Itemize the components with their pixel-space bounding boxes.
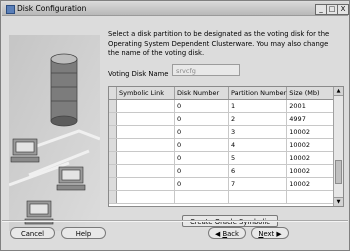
symbolic-link-cell[interactable] <box>116 125 175 139</box>
disk-number-cell[interactable]: 0 <box>174 112 229 126</box>
row-header-corner <box>109 87 117 100</box>
partition-table[interactable]: Symbolic Link Disk Number Partition Numb… <box>108 86 344 207</box>
disk-number-cell[interactable]: 0 <box>174 164 229 178</box>
cancel-button[interactable]: Cancel <box>10 227 55 239</box>
symbolic-link-cell[interactable] <box>116 190 175 204</box>
instructions-text: Select a disk partition to be designated… <box>108 30 330 57</box>
table-row[interactable]: 0 1 2001 <box>109 99 335 113</box>
row-header[interactable] <box>109 151 117 165</box>
symbolic-link-cell[interactable] <box>116 138 175 152</box>
next-button[interactable]: Next ▶ <box>251 227 289 239</box>
row-header[interactable] <box>109 177 117 191</box>
column-header-size[interactable]: Size (Mb) <box>286 87 335 100</box>
app-icon <box>6 5 15 14</box>
next-arrow-icon: ▶ <box>276 230 282 238</box>
next-label: ext <box>263 230 275 238</box>
partition-number-cell[interactable]: 4 <box>228 138 288 152</box>
row-header[interactable] <box>109 190 117 204</box>
partition-number-cell[interactable]: 3 <box>228 125 288 139</box>
symbolic-link-cell[interactable] <box>116 177 175 191</box>
symbolic-link-cell[interactable] <box>116 151 175 165</box>
table-row[interactable]: 0 5 10002 <box>109 151 335 165</box>
partition-number-cell[interactable]: 1 <box>228 99 288 113</box>
scroll-up-arrow-icon[interactable]: ▲ <box>334 87 343 96</box>
table-row[interactable]: 0 3 10002 <box>109 125 335 139</box>
scroll-down-arrow-icon[interactable]: ▼ <box>334 197 343 206</box>
symbolic-link-cell[interactable] <box>116 99 175 113</box>
column-header-partition-number[interactable]: Partition Number <box>228 87 288 100</box>
size-cell[interactable]: 10002 <box>286 138 335 152</box>
table-row[interactable]: 0 7 10002 <box>109 177 335 191</box>
size-cell[interactable]: 10002 <box>286 125 335 139</box>
footer-separator <box>2 220 348 222</box>
symbolic-link-cell[interactable] <box>116 164 175 178</box>
size-cell[interactable]: 10002 <box>286 177 335 191</box>
size-cell[interactable]: 10002 <box>286 164 335 178</box>
voting-disk-name-field[interactable]: srvcfg <box>172 64 240 76</box>
close-button[interactable]: X <box>337 4 349 15</box>
size-cell[interactable] <box>286 190 335 204</box>
back-button[interactable]: ◀ Back <box>208 227 246 239</box>
row-header[interactable] <box>109 125 117 139</box>
disk-number-cell[interactable]: 0 <box>174 99 229 113</box>
partition-number-cell[interactable]: 5 <box>228 151 288 165</box>
voting-disk-label: Voting Disk Name <box>108 70 169 78</box>
table-vertical-scrollbar[interactable]: ▲ ▼ <box>333 87 343 206</box>
table-row[interactable] <box>109 190 335 204</box>
column-header-symbolic-link[interactable]: Symbolic Link <box>116 87 175 100</box>
disk-number-cell[interactable] <box>174 190 229 204</box>
column-header-disk-number[interactable]: Disk Number <box>174 87 229 100</box>
disk-number-cell[interactable]: 0 <box>174 138 229 152</box>
row-header[interactable] <box>109 99 117 113</box>
back-arrow-icon: ◀ <box>215 230 221 238</box>
partition-number-cell[interactable]: 6 <box>228 164 288 178</box>
table-header-row: Symbolic Link Disk Number Partition Numb… <box>109 87 335 100</box>
symbolic-link-cell[interactable] <box>116 112 175 126</box>
size-cell[interactable]: 10002 <box>286 151 335 165</box>
disk-stack-icon <box>50 53 78 127</box>
title-bar[interactable]: Disk Configuration _ □ X <box>2 2 349 16</box>
partition-number-cell[interactable]: 7 <box>228 177 288 191</box>
table-row[interactable]: 0 2 4997 <box>109 112 335 126</box>
computer-icon <box>56 166 86 191</box>
disk-configuration-window: Disk Configuration _ □ X Select a disk p… <box>0 0 350 251</box>
computer-icon <box>10 138 40 163</box>
size-cell[interactable]: 4997 <box>286 112 335 126</box>
size-cell[interactable]: 2001 <box>286 99 335 113</box>
row-header[interactable] <box>109 138 117 152</box>
table-row[interactable]: 0 4 10002 <box>109 138 335 152</box>
row-header[interactable] <box>109 112 117 126</box>
dialog-body: Select a disk partition to be designated… <box>2 16 348 250</box>
table-row[interactable]: 0 6 10002 <box>109 164 335 178</box>
partition-number-cell[interactable]: 2 <box>228 112 288 126</box>
scroll-thumb[interactable] <box>335 160 342 184</box>
window-title: Disk Configuration <box>17 4 87 13</box>
disk-number-cell[interactable]: 0 <box>174 125 229 139</box>
cluster-illustration <box>9 35 100 231</box>
back-label: ack <box>227 230 239 238</box>
partition-number-cell[interactable] <box>228 190 288 204</box>
row-header[interactable] <box>109 164 117 178</box>
help-button[interactable]: Help <box>61 227 106 239</box>
disk-number-cell[interactable]: 0 <box>174 177 229 191</box>
disk-number-cell[interactable]: 0 <box>174 151 229 165</box>
